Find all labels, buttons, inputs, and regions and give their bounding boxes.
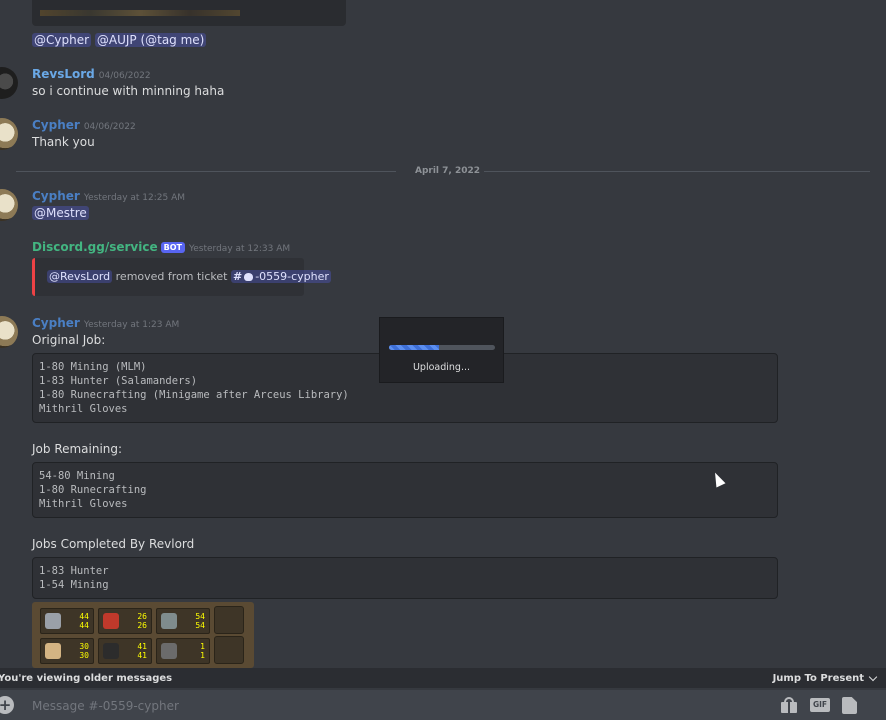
- hash-icon: #: [232, 270, 243, 283]
- code-block: 1-83 Hunter 1-54 Mining: [32, 557, 778, 599]
- skill-tile: 30 30: [40, 638, 94, 664]
- avatar[interactable]: [0, 189, 18, 221]
- upload-progress-fill: [389, 345, 439, 350]
- code-line: 1-54 Mining: [39, 579, 109, 591]
- upload-status: Uploading...: [412, 362, 471, 373]
- system-embed: @RevsLord removed from ticket # -0559-cyp…: [32, 258, 331, 296]
- mining-icon: [161, 613, 177, 629]
- avatar[interactable]: [0, 316, 18, 348]
- code-line: Mithril Gloves: [39, 403, 128, 415]
- code-line: Mithril Gloves: [39, 498, 128, 510]
- chevron-down-icon: [868, 672, 878, 681]
- attack-icon: [45, 613, 61, 629]
- skills-screenshot[interactable]: 44 44 26 26 54 54 30 30 41 41 1 1: [32, 602, 254, 668]
- message-content: @Cypher @AUJP (@tag me): [32, 33, 207, 47]
- skill-tile: 54 54: [156, 608, 210, 634]
- section-label: Original Job:: [32, 333, 106, 347]
- gift-icon[interactable]: [780, 697, 798, 713]
- code-line: 1-83 Hunter: [39, 565, 109, 577]
- date-divider: April 7, 2022: [411, 166, 485, 176]
- older-messages-bar: You're viewing older messages Jump To Pr…: [0, 668, 886, 688]
- mask-icon: [244, 273, 254, 281]
- skill-tile: 41 41: [98, 638, 152, 664]
- message-content: @Mestre: [32, 206, 89, 220]
- skill-level: 44 44: [79, 612, 89, 630]
- user-mention[interactable]: @AUJP (@tag me): [94, 33, 207, 47]
- skill-grid: 44 44 26 26 54 54 30 30 41 41 1 1: [40, 608, 210, 664]
- timestamp: Yesterday at 12:33 AM: [188, 244, 291, 254]
- smithing-icon: [161, 643, 177, 659]
- older-messages-text: You're viewing older messages: [0, 672, 173, 684]
- jump-label: Jump To Present: [772, 672, 864, 684]
- section-label: Job Remaining:: [32, 442, 123, 456]
- skill-level: 11: [200, 642, 205, 660]
- message-header: Cypher Yesterday at 12:25 AM: [32, 189, 185, 203]
- message-text: Thank you: [32, 135, 95, 149]
- author-name[interactable]: Cypher: [32, 189, 80, 203]
- jump-to-present-button[interactable]: Jump To Present: [772, 672, 878, 684]
- upload-progress-bar: [389, 345, 495, 350]
- divider-line: [478, 171, 870, 172]
- timestamp: Yesterday at 12:25 AM: [83, 193, 186, 203]
- section-label: Jobs Completed By Revlord: [32, 537, 195, 551]
- sticker-icon[interactable]: [842, 697, 857, 714]
- message-composer: + GIF: [0, 690, 886, 720]
- embed-text: @RevsLord removed from ticket # -0559-cyp…: [47, 270, 331, 283]
- author-name[interactable]: Cypher: [32, 118, 80, 132]
- embed-action: removed from ticket: [115, 270, 228, 283]
- avatar[interactable]: [0, 240, 18, 272]
- message-header: Discord.gg/service BOT Yesterday at 12:33 …: [32, 240, 290, 254]
- skill-tile: 26 26: [98, 608, 152, 634]
- avatar[interactable]: [0, 118, 18, 150]
- upload-popup: Uploading...: [379, 317, 504, 383]
- skill-tile: 11: [156, 638, 210, 664]
- message-header: Cypher Yesterday at 1:23 AM: [32, 316, 179, 330]
- key-icon: [0, 246, 1, 260]
- timestamp: 04/06/2022: [98, 71, 151, 81]
- skill-level: 30 30: [79, 642, 89, 660]
- channel-mention[interactable]: # -0559-cypher: [230, 270, 331, 283]
- message-header: RevsLord 04/06/2022: [32, 67, 151, 81]
- user-mention[interactable]: @RevsLord: [47, 270, 113, 283]
- side-button: [214, 606, 244, 634]
- skill-tile: 44 44: [40, 608, 94, 634]
- message-text: so i continue with minning haha: [32, 84, 225, 98]
- hitpoints-icon: [103, 613, 119, 629]
- bot-badge: BOT: [160, 242, 185, 253]
- agility-icon: [103, 643, 119, 659]
- user-mention[interactable]: @Mestre: [32, 206, 89, 220]
- message-input[interactable]: [32, 697, 732, 715]
- skill-level: 54 54: [195, 612, 205, 630]
- code-line: 1-80 Runecrafting: [39, 484, 147, 496]
- divider-line: [16, 171, 396, 172]
- embed-image-strip: [40, 10, 240, 16]
- author-name[interactable]: Cypher: [32, 316, 80, 330]
- chat-pane: @Cypher @AUJP (@tag me) RevsLord 04/06/20…: [0, 0, 886, 720]
- author-name[interactable]: RevsLord: [32, 67, 95, 81]
- gif-icon[interactable]: GIF: [810, 698, 830, 712]
- timestamp: Yesterday at 1:23 AM: [83, 320, 180, 330]
- timestamp: 04/06/2022: [83, 122, 136, 132]
- strength-icon: [45, 643, 61, 659]
- message-header: Cypher 04/06/2022: [32, 118, 136, 132]
- code-line: 54-80 Mining: [39, 470, 115, 482]
- author-name[interactable]: Discord.gg/service: [32, 240, 158, 254]
- skill-level: 41 41: [137, 642, 147, 660]
- code-block: 54-80 Mining 1-80 Runecrafting Mithril G…: [32, 462, 778, 518]
- user-mention[interactable]: @Cypher: [32, 33, 92, 47]
- channel-name: -0559-cypher: [255, 270, 329, 283]
- code-line: 1-80 Runecrafting (Minigame after Arceus…: [39, 389, 349, 401]
- add-attachment-button[interactable]: +: [0, 696, 14, 714]
- side-button: [214, 636, 244, 664]
- skill-level: 26 26: [137, 612, 147, 630]
- avatar[interactable]: [0, 67, 18, 99]
